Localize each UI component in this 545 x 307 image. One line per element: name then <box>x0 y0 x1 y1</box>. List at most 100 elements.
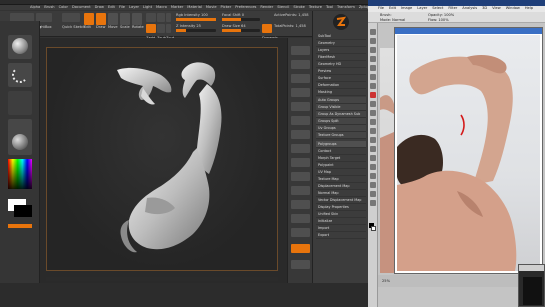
menu-edit[interactable]: Edit <box>108 5 115 10</box>
color-picker[interactable] <box>8 159 32 189</box>
menu-preferences[interactable]: Preferences <box>235 5 256 10</box>
marquee-tool-icon[interactable] <box>370 38 376 44</box>
menu-render[interactable]: Render <box>260 5 273 10</box>
zadd-button[interactable]: Zadd <box>146 24 156 40</box>
zsub-button[interactable]: Zsub <box>157 24 166 40</box>
floor-button[interactable] <box>291 144 310 153</box>
document-tab[interactable]: DSC_2268.JPG @ 25% (RGB/8) <box>395 28 542 44</box>
menu-movie[interactable]: Movie <box>206 5 217 10</box>
draw-size-slider[interactable] <box>222 29 260 32</box>
spix-button[interactable] <box>291 60 310 69</box>
material-selector[interactable] <box>8 131 32 155</box>
rgb-button[interactable]: Rgb <box>157 13 165 29</box>
scale-view-button[interactable] <box>291 214 310 223</box>
menu-draw[interactable]: Draw <box>95 5 104 10</box>
pen-tool-icon[interactable] <box>370 146 376 152</box>
zoom-tool-icon[interactable] <box>370 200 376 206</box>
type-tool-icon[interactable] <box>370 155 376 161</box>
z-intensity-slider[interactable] <box>176 29 216 32</box>
photo-document[interactable]: DSC_2268.JPG @ 25% (RGB/8) <box>394 27 543 274</box>
rotate-mode-button[interactable]: Rotate <box>132 13 144 29</box>
menu-tool[interactable]: Tool <box>326 5 333 10</box>
tray-item[interactable]: Masking <box>316 89 366 96</box>
tray-item[interactable]: Unified Skin <box>316 211 366 218</box>
rgb-intensity-slider[interactable] <box>176 18 216 21</box>
move-mode-button[interactable]: Move <box>108 13 118 29</box>
alpha-selector[interactable] <box>8 91 32 115</box>
crop-tool-icon[interactable] <box>370 65 376 71</box>
local-button[interactable] <box>291 158 310 167</box>
rotate-view-button[interactable] <box>291 228 310 237</box>
tray-item[interactable]: UV Map <box>316 169 366 176</box>
tray-item[interactable]: SubTool <box>316 33 366 40</box>
aahalf-button[interactable] <box>291 116 310 125</box>
tray-item[interactable]: Display Properties <box>316 204 366 211</box>
menu-brush[interactable]: Brush <box>44 5 54 10</box>
background-color-swatch[interactable] <box>371 226 376 231</box>
m-button[interactable]: M <box>166 13 171 29</box>
polygroup-item[interactable]: Group As Dynamesh Sub <box>316 111 366 118</box>
menu-light[interactable]: Light <box>143 5 152 10</box>
scroll-button[interactable] <box>291 74 310 83</box>
menu-macro[interactable]: Macro <box>156 5 167 10</box>
tray-item[interactable]: Deformation <box>316 82 366 89</box>
menu-alpha[interactable]: Alpha <box>30 5 40 10</box>
opacity-option[interactable]: Opacity: 100% <box>428 13 454 17</box>
menu-texture[interactable]: Texture <box>309 5 322 10</box>
tray-item[interactable]: Geometry <box>316 40 366 47</box>
focal-shift-slider[interactable] <box>222 18 260 21</box>
navigator-panel[interactable] <box>518 264 545 307</box>
xyz-button[interactable] <box>291 172 310 181</box>
menu-file[interactable]: File <box>119 5 125 10</box>
zcut-button[interactable]: Zcut <box>166 24 174 40</box>
healing-tool-icon[interactable] <box>370 83 376 89</box>
tray-item[interactable]: Preview <box>316 68 366 75</box>
menu-layer[interactable]: Layer <box>129 5 139 10</box>
tray-item[interactable]: Vector Displacement Map <box>316 197 366 204</box>
tray-item[interactable]: Initialize <box>316 218 366 225</box>
bpr-button[interactable] <box>291 46 310 55</box>
eyedropper-tool-icon[interactable] <box>370 74 376 80</box>
dynamic-button[interactable]: Dynamic <box>262 24 278 40</box>
move-tool-icon[interactable] <box>370 29 376 35</box>
tray-item[interactable]: Normal Map <box>316 190 366 197</box>
switch-color-button[interactable] <box>8 224 32 228</box>
history-brush-tool-icon[interactable] <box>370 110 376 116</box>
zoom-button[interactable] <box>291 88 310 97</box>
brush-tool-icon[interactable] <box>370 92 376 98</box>
clone-tool-icon[interactable] <box>370 101 376 107</box>
document-canvas[interactable] <box>46 47 278 271</box>
menu-stencil[interactable]: Stencil <box>277 5 289 10</box>
eraser-tool-icon[interactable] <box>370 119 376 125</box>
polygroup-item[interactable]: Groups Split <box>316 118 366 125</box>
transp-button[interactable] <box>291 260 310 269</box>
frame-button[interactable] <box>291 186 310 195</box>
primary-color-swatch[interactable] <box>14 205 32 217</box>
navigator-preview[interactable] <box>523 277 542 305</box>
menu-color[interactable]: Color <box>59 5 68 10</box>
polygroup-item[interactable]: Texture Groups <box>316 132 366 139</box>
brush-option[interactable]: Brush: <box>380 13 392 17</box>
menu-stroke[interactable]: Stroke <box>293 5 304 10</box>
persp-button[interactable] <box>291 130 310 139</box>
tray-item[interactable]: Geometry HD <box>316 61 366 68</box>
tray-item[interactable]: Displacement Map <box>316 183 366 190</box>
menu-document[interactable]: Document <box>72 5 91 10</box>
stroke-selector[interactable] <box>8 63 32 87</box>
menu-material[interactable]: Material <box>187 5 202 10</box>
tray-item[interactable]: Export <box>316 232 366 239</box>
brush-selector[interactable] <box>8 35 32 59</box>
3d-tool-icon[interactable] <box>370 182 376 188</box>
menu-transform[interactable]: Transform <box>337 5 355 10</box>
draw-mode-button[interactable]: Draw <box>96 13 106 29</box>
tray-item[interactable]: Polypaint <box>316 162 366 169</box>
edit-mode-button[interactable]: Edit <box>84 13 94 29</box>
tray-item[interactable]: Import <box>316 225 366 232</box>
menu-marker[interactable]: Marker <box>171 5 183 10</box>
polyf-button[interactable] <box>291 244 310 253</box>
hand-tool-icon[interactable] <box>370 191 376 197</box>
polygroup-item[interactable]: Group Visible <box>316 104 366 111</box>
tray-item[interactable]: Contact <box>316 148 366 155</box>
gradient-tool-icon[interactable] <box>370 128 376 134</box>
tray-item[interactable]: Morph Target <box>316 155 366 162</box>
